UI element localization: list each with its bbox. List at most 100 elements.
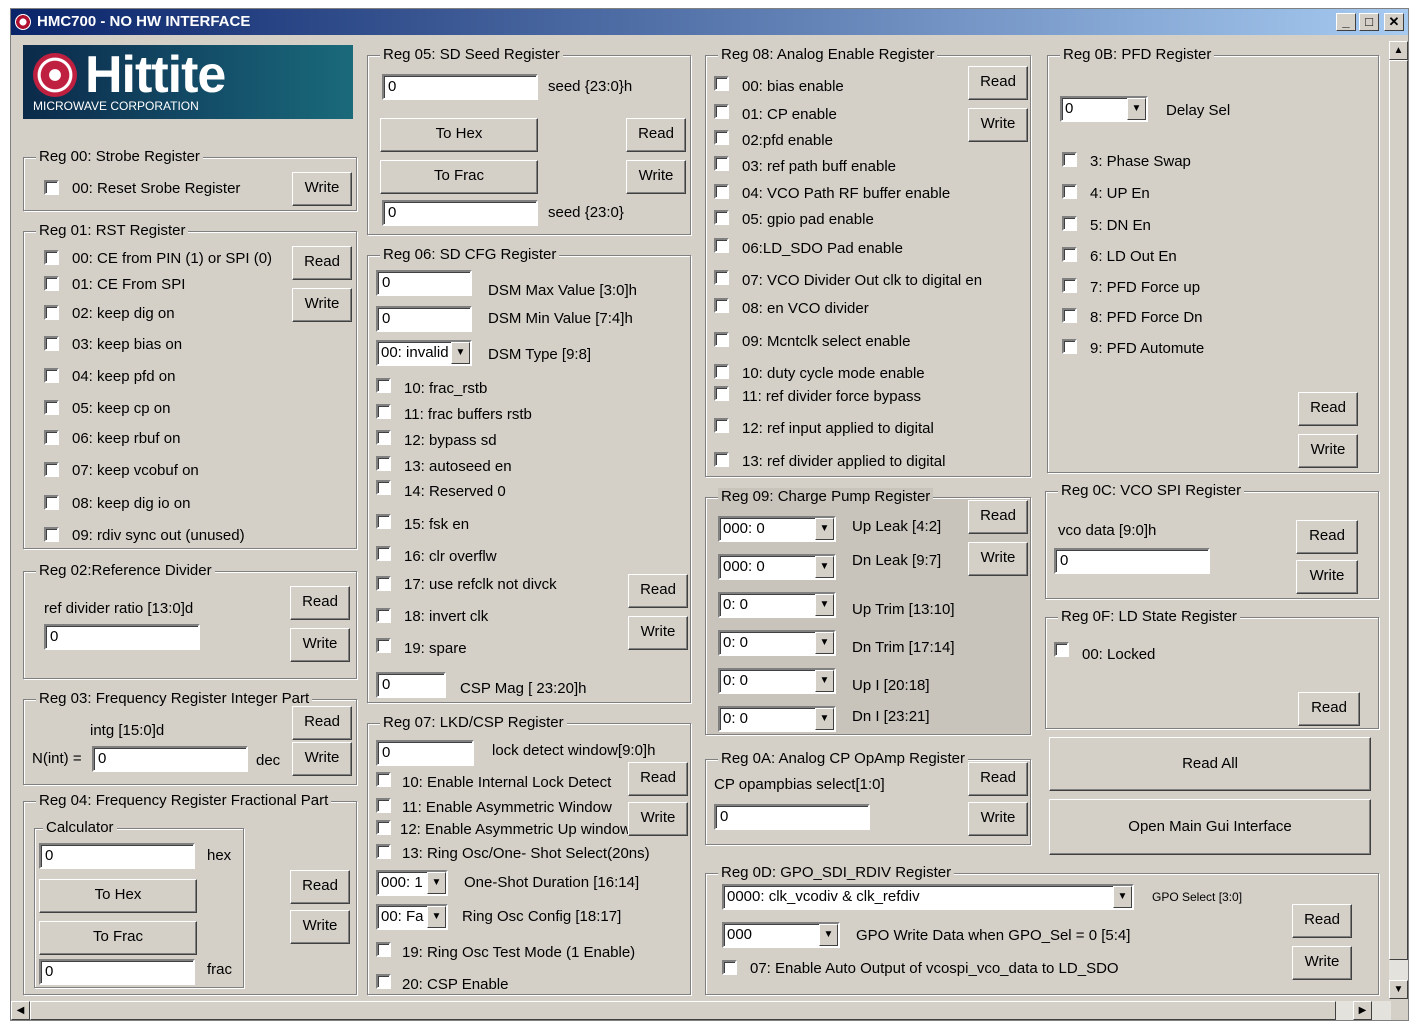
reg08-checkbox-0[interactable] [714, 76, 729, 91]
reg09-write-button[interactable]: Write [968, 542, 1028, 576]
reg09-select-2[interactable]: 0: 0 ▼ [718, 592, 836, 618]
reg0a-input[interactable]: 0 [714, 804, 870, 830]
reg07-checkbox-4[interactable] [376, 942, 391, 957]
reg0b-checkbox-2[interactable] [1062, 216, 1077, 231]
reg08-checkbox-8[interactable] [714, 298, 729, 313]
reg0c-write-button[interactable]: Write [1296, 560, 1358, 594]
reg0b-read-button[interactable]: Read [1298, 392, 1358, 426]
reg07-checkbox-5[interactable] [376, 974, 391, 989]
reg00-checkbox-0[interactable] [44, 180, 59, 195]
calc-to-frac-button[interactable]: To Frac [39, 921, 197, 955]
reg01-checkbox-6[interactable] [44, 430, 59, 445]
reg0a-write-button[interactable]: Write [968, 802, 1028, 836]
chevron-down-icon[interactable]: ▼ [815, 518, 834, 540]
reg08-checkbox-1[interactable] [714, 104, 729, 119]
reg06-type-select[interactable]: 00: invalid ▼ [376, 340, 472, 366]
reg0b-checkbox-0[interactable] [1062, 152, 1077, 167]
reg05-seed-hex-input[interactable]: 0 [382, 74, 538, 100]
chevron-down-icon[interactable]: ▼ [815, 632, 834, 654]
reg01-write-button[interactable]: Write [292, 288, 352, 322]
reg06-max-input[interactable]: 0 [376, 270, 472, 296]
scroll-up-icon[interactable]: ▲ [1389, 41, 1408, 60]
reg01-checkbox-2[interactable] [44, 305, 59, 320]
reg01-checkbox-9[interactable] [44, 527, 59, 542]
reg08-checkbox-12[interactable] [714, 418, 729, 433]
calc-to-hex-button[interactable]: To Hex [39, 879, 197, 913]
reg03-read-button[interactable]: Read [292, 706, 352, 740]
chevron-down-icon[interactable]: ▼ [815, 556, 834, 578]
reg06-checkbox-0[interactable] [376, 378, 391, 393]
reg07-checkbox-2[interactable] [376, 820, 391, 835]
reg0d-write-select[interactable]: 000 ▼ [722, 922, 840, 948]
chevron-down-icon[interactable]: ▼ [451, 342, 470, 364]
reg01-checkbox-4[interactable] [44, 368, 59, 383]
reg0b-checkbox-5[interactable] [1062, 308, 1077, 323]
reg0d-gpo-select[interactable]: 0000: clk_vcodiv & clk_refdiv ▼ [722, 884, 1134, 910]
reg01-checkbox-0[interactable] [44, 250, 59, 265]
reg08-checkbox-7[interactable] [714, 270, 729, 285]
reg08-checkbox-4[interactable] [714, 184, 729, 199]
reg07-write-button[interactable]: Write [628, 802, 688, 836]
close-button[interactable]: ✕ [1384, 13, 1404, 31]
scroll-down-icon[interactable]: ▼ [1389, 980, 1408, 999]
vertical-scrollbar[interactable]: ▲ ▼ [1389, 41, 1408, 999]
reg07-read-button[interactable]: Read [628, 762, 688, 796]
chevron-down-icon[interactable]: ▼ [1127, 98, 1146, 120]
reg06-min-input[interactable]: 0 [376, 306, 472, 332]
chevron-down-icon[interactable]: ▼ [815, 708, 834, 730]
reg05-read-button[interactable]: Read [626, 118, 686, 152]
reg06-write-button[interactable]: Write [628, 616, 688, 650]
reg05-seed-input[interactable]: 0 [382, 200, 538, 226]
reg09-select-5[interactable]: 0: 0 ▼ [718, 706, 836, 732]
reg08-checkbox-5[interactable] [714, 210, 729, 225]
chevron-down-icon[interactable]: ▼ [427, 872, 446, 894]
reg08-checkbox-2[interactable] [714, 130, 729, 145]
reg0b-checkbox-3[interactable] [1062, 247, 1077, 262]
scroll-left-icon[interactable]: ◀ [11, 1001, 30, 1020]
minimize-button[interactable]: _ [1336, 13, 1356, 31]
reg06-csp-input[interactable]: 0 [376, 672, 446, 698]
reg0d-write-button[interactable]: Write [1292, 946, 1352, 980]
reg08-write-button[interactable]: Write [968, 108, 1028, 142]
reg02-read-button[interactable]: Read [290, 586, 350, 620]
reg0b-write-button[interactable]: Write [1298, 434, 1358, 468]
reg0d-checkbox-0[interactable] [722, 960, 737, 975]
horizontal-scrollbar[interactable]: ◀ ▶ [11, 1001, 1391, 1020]
reg01-checkbox-5[interactable] [44, 400, 59, 415]
reg0c-input[interactable]: 0 [1054, 548, 1210, 574]
horizontal-scroll-thumb[interactable] [30, 1001, 1336, 1020]
chevron-down-icon[interactable]: ▼ [427, 906, 446, 928]
reg03-write-button[interactable]: Write [292, 742, 352, 776]
reg02-write-button[interactable]: Write [290, 628, 350, 662]
calc-frac-input[interactable]: 0 [39, 959, 195, 985]
chevron-down-icon[interactable]: ▼ [819, 924, 838, 946]
reg06-checkbox-7[interactable] [376, 576, 391, 591]
reg07-checkbox-0[interactable] [376, 772, 391, 787]
reg06-checkbox-8[interactable] [376, 608, 391, 623]
reg0d-read-button[interactable]: Read [1292, 904, 1352, 938]
reg04-write-button[interactable]: Write [290, 910, 350, 944]
reg02-input[interactable]: 0 [44, 624, 200, 650]
chevron-down-icon[interactable]: ▼ [1113, 886, 1132, 908]
reg09-read-button[interactable]: Read [968, 500, 1028, 534]
reg00-write-button[interactable]: Write [292, 172, 352, 206]
reg04-read-button[interactable]: Read [290, 870, 350, 904]
reg08-checkbox-13[interactable] [714, 452, 729, 467]
reg07-oneshot-select[interactable]: 000: 1 ▼ [376, 870, 448, 896]
reg01-checkbox-7[interactable] [44, 462, 59, 477]
reg09-select-1[interactable]: 000: 0 ▼ [718, 554, 836, 580]
reg09-select-3[interactable]: 0: 0 ▼ [718, 630, 836, 656]
reg06-checkbox-5[interactable] [376, 514, 391, 529]
reg05-write-button[interactable]: Write [626, 160, 686, 194]
reg07-ring-select[interactable]: 00: Fa ▼ [376, 904, 448, 930]
reg06-checkbox-2[interactable] [376, 430, 391, 445]
reg01-checkbox-1[interactable] [44, 276, 59, 291]
reg0c-read-button[interactable]: Read [1296, 520, 1358, 554]
reg08-checkbox-9[interactable] [714, 332, 729, 347]
reg07-checkbox-3[interactable] [376, 844, 391, 859]
reg01-checkbox-3[interactable] [44, 336, 59, 351]
reg0b-checkbox-6[interactable] [1062, 339, 1077, 354]
vertical-scroll-thumb[interactable] [1389, 60, 1408, 960]
reg07-lock-input[interactable]: 0 [376, 740, 474, 766]
reg0b-checkbox-1[interactable] [1062, 184, 1077, 199]
